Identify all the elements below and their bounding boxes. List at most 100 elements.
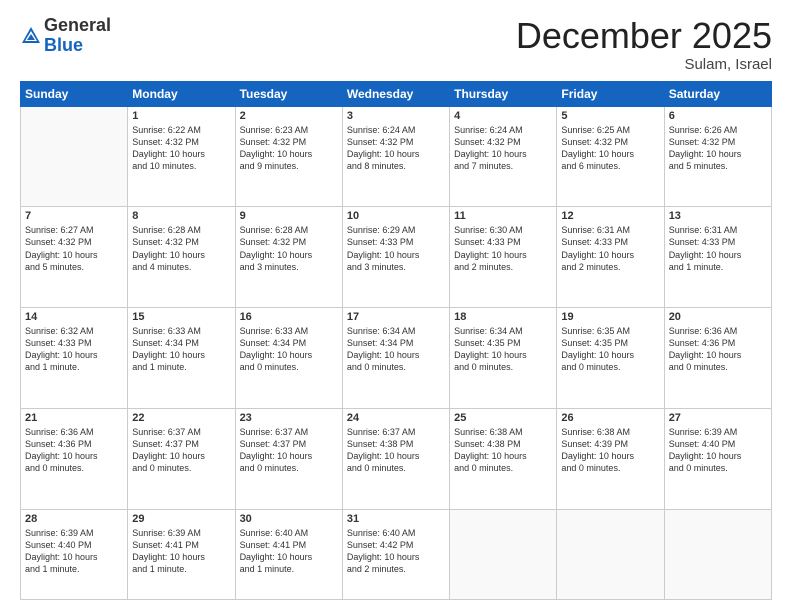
day-info: Sunrise: 6:32 AMSunset: 4:33 PMDaylight:… [25,325,123,374]
day-info: Sunrise: 6:36 AMSunset: 4:36 PMDaylight:… [25,426,123,475]
day-info: Sunrise: 6:36 AMSunset: 4:36 PMDaylight:… [669,325,767,374]
day-info: Sunrise: 6:28 AMSunset: 4:32 PMDaylight:… [132,224,230,273]
day-number: 13 [669,210,767,222]
table-row: 20 Sunrise: 6:36 AMSunset: 4:36 PMDayligh… [664,308,771,409]
header-monday: Monday [128,81,235,106]
day-number: 20 [669,311,767,323]
logo-text: General Blue [44,16,111,56]
header-saturday: Saturday [664,81,771,106]
day-info: Sunrise: 6:40 AMSunset: 4:42 PMDaylight:… [347,527,445,576]
table-row: 22Sunrise: 6:37 AMSunset: 4:37 PMDayligh… [128,408,235,509]
day-number: 30 [240,513,338,525]
title-block: December 2025 Sulam, Israel [516,16,772,73]
day-number: 26 [561,412,659,424]
day-number: 5 [561,110,659,122]
logo-blue: Blue [44,36,111,56]
table-row: 13 Sunrise: 6:31 AMSunset: 4:33 PMDayligh… [664,207,771,308]
day-number: 9 [240,210,338,222]
day-info: Sunrise: 6:31 AMSunset: 4:33 PMDaylight:… [561,224,659,273]
day-info: Sunrise: 6:35 AMSunset: 4:35 PMDaylight:… [561,325,659,374]
month-title: December 2025 [516,16,772,56]
table-row: 21 Sunrise: 6:36 AMSunset: 4:36 PMDayligh… [21,408,128,509]
day-number: 31 [347,513,445,525]
header-sunday: Sunday [21,81,128,106]
day-number: 14 [25,311,123,323]
logo-icon [20,25,42,47]
table-row: 6Sunrise: 6:26 AMSunset: 4:32 PMDaylight… [664,106,771,207]
location: Sulam, Israel [516,56,772,73]
day-number: 16 [240,311,338,323]
day-info: Sunrise: 6:38 AMSunset: 4:39 PMDaylight:… [561,426,659,475]
day-number: 8 [132,210,230,222]
day-number: 24 [347,412,445,424]
table-row: 7 Sunrise: 6:27 AMSunset: 4:32 PMDaylight… [21,207,128,308]
table-row: 18Sunrise: 6:34 AMSunset: 4:35 PMDayligh… [450,308,557,409]
day-info: Sunrise: 6:26 AMSunset: 4:32 PMDaylight:… [669,124,767,173]
table-row [664,509,771,599]
day-number: 17 [347,311,445,323]
day-number: 18 [454,311,552,323]
table-row: 5 Sunrise: 6:25 AMSunset: 4:32 PMDaylight… [557,106,664,207]
table-row [21,106,128,207]
day-number: 23 [240,412,338,424]
day-info: Sunrise: 6:33 AMSunset: 4:34 PMDaylight:… [132,325,230,374]
day-number: 27 [669,412,767,424]
table-row: 12 Sunrise: 6:31 AMSunset: 4:33 PMDayligh… [557,207,664,308]
day-number: 15 [132,311,230,323]
day-info: Sunrise: 6:33 AMSunset: 4:34 PMDaylight:… [240,325,338,374]
header-friday: Friday [557,81,664,106]
header-thursday: Thursday [450,81,557,106]
table-row: 19 Sunrise: 6:35 AMSunset: 4:35 PMDayligh… [557,308,664,409]
day-info: Sunrise: 6:31 AMSunset: 4:33 PMDaylight:… [669,224,767,273]
table-row: 31 Sunrise: 6:40 AMSunset: 4:42 PMDayligh… [342,509,449,599]
table-row: 24 Sunrise: 6:37 AMSunset: 4:38 PMDayligh… [342,408,449,509]
table-row: 8 Sunrise: 6:28 AMSunset: 4:32 PMDaylight… [128,207,235,308]
table-row: 16 Sunrise: 6:33 AMSunset: 4:34 PMDayligh… [235,308,342,409]
day-info: Sunrise: 6:28 AMSunset: 4:32 PMDaylight:… [240,224,338,273]
weekday-header-row: Sunday Monday Tuesday Wednesday Thursday… [21,81,772,106]
logo-general: General [44,16,111,36]
table-row: 27Sunrise: 6:39 AMSunset: 4:40 PMDayligh… [664,408,771,509]
day-number: 7 [25,210,123,222]
day-number: 19 [561,311,659,323]
day-number: 21 [25,412,123,424]
table-row: 2Sunrise: 6:23 AMSunset: 4:32 PMDaylight… [235,106,342,207]
table-row: 17 Sunrise: 6:34 AMSunset: 4:34 PMDayligh… [342,308,449,409]
table-row: 10Sunrise: 6:29 AMSunset: 4:33 PMDayligh… [342,207,449,308]
day-number: 3 [347,110,445,122]
day-number: 4 [454,110,552,122]
day-info: Sunrise: 6:25 AMSunset: 4:32 PMDaylight:… [561,124,659,173]
day-info: Sunrise: 6:24 AMSunset: 4:32 PMDaylight:… [347,124,445,173]
day-info: Sunrise: 6:37 AMSunset: 4:38 PMDaylight:… [347,426,445,475]
table-row: 28Sunrise: 6:39 AMSunset: 4:40 PMDayligh… [21,509,128,599]
day-info: Sunrise: 6:22 AMSunset: 4:32 PMDaylight:… [132,124,230,173]
day-number: 25 [454,412,552,424]
day-number: 1 [132,110,230,122]
logo: General Blue [20,16,111,56]
table-row: 29Sunrise: 6:39 AMSunset: 4:41 PMDayligh… [128,509,235,599]
table-row [450,509,557,599]
table-row: 1 Sunrise: 6:22 AMSunset: 4:32 PMDaylight… [128,106,235,207]
day-info: Sunrise: 6:29 AMSunset: 4:33 PMDaylight:… [347,224,445,273]
header-wednesday: Wednesday [342,81,449,106]
table-row: 9 Sunrise: 6:28 AMSunset: 4:32 PMDaylight… [235,207,342,308]
day-info: Sunrise: 6:37 AMSunset: 4:37 PMDaylight:… [240,426,338,475]
table-row: 30 Sunrise: 6:40 AMSunset: 4:41 PMDayligh… [235,509,342,599]
header-tuesday: Tuesday [235,81,342,106]
day-info: Sunrise: 6:34 AMSunset: 4:34 PMDaylight:… [347,325,445,374]
day-info: Sunrise: 6:27 AMSunset: 4:32 PMDaylight:… [25,224,123,273]
table-row: 14 Sunrise: 6:32 AMSunset: 4:33 PMDayligh… [21,308,128,409]
day-info: Sunrise: 6:40 AMSunset: 4:41 PMDaylight:… [240,527,338,576]
day-info: Sunrise: 6:24 AMSunset: 4:32 PMDaylight:… [454,124,552,173]
day-info: Sunrise: 6:38 AMSunset: 4:38 PMDaylight:… [454,426,552,475]
table-row: 26 Sunrise: 6:38 AMSunset: 4:39 PMDayligh… [557,408,664,509]
table-row: 23 Sunrise: 6:37 AMSunset: 4:37 PMDayligh… [235,408,342,509]
table-row: 4 Sunrise: 6:24 AMSunset: 4:32 PMDaylight… [450,106,557,207]
table-row: 3 Sunrise: 6:24 AMSunset: 4:32 PMDaylight… [342,106,449,207]
table-row [557,509,664,599]
table-row: 15 Sunrise: 6:33 AMSunset: 4:34 PMDayligh… [128,308,235,409]
calendar-table: Sunday Monday Tuesday Wednesday Thursday… [20,81,772,600]
day-number: 28 [25,513,123,525]
day-number: 12 [561,210,659,222]
day-info: Sunrise: 6:23 AMSunset: 4:32 PMDaylight:… [240,124,338,173]
